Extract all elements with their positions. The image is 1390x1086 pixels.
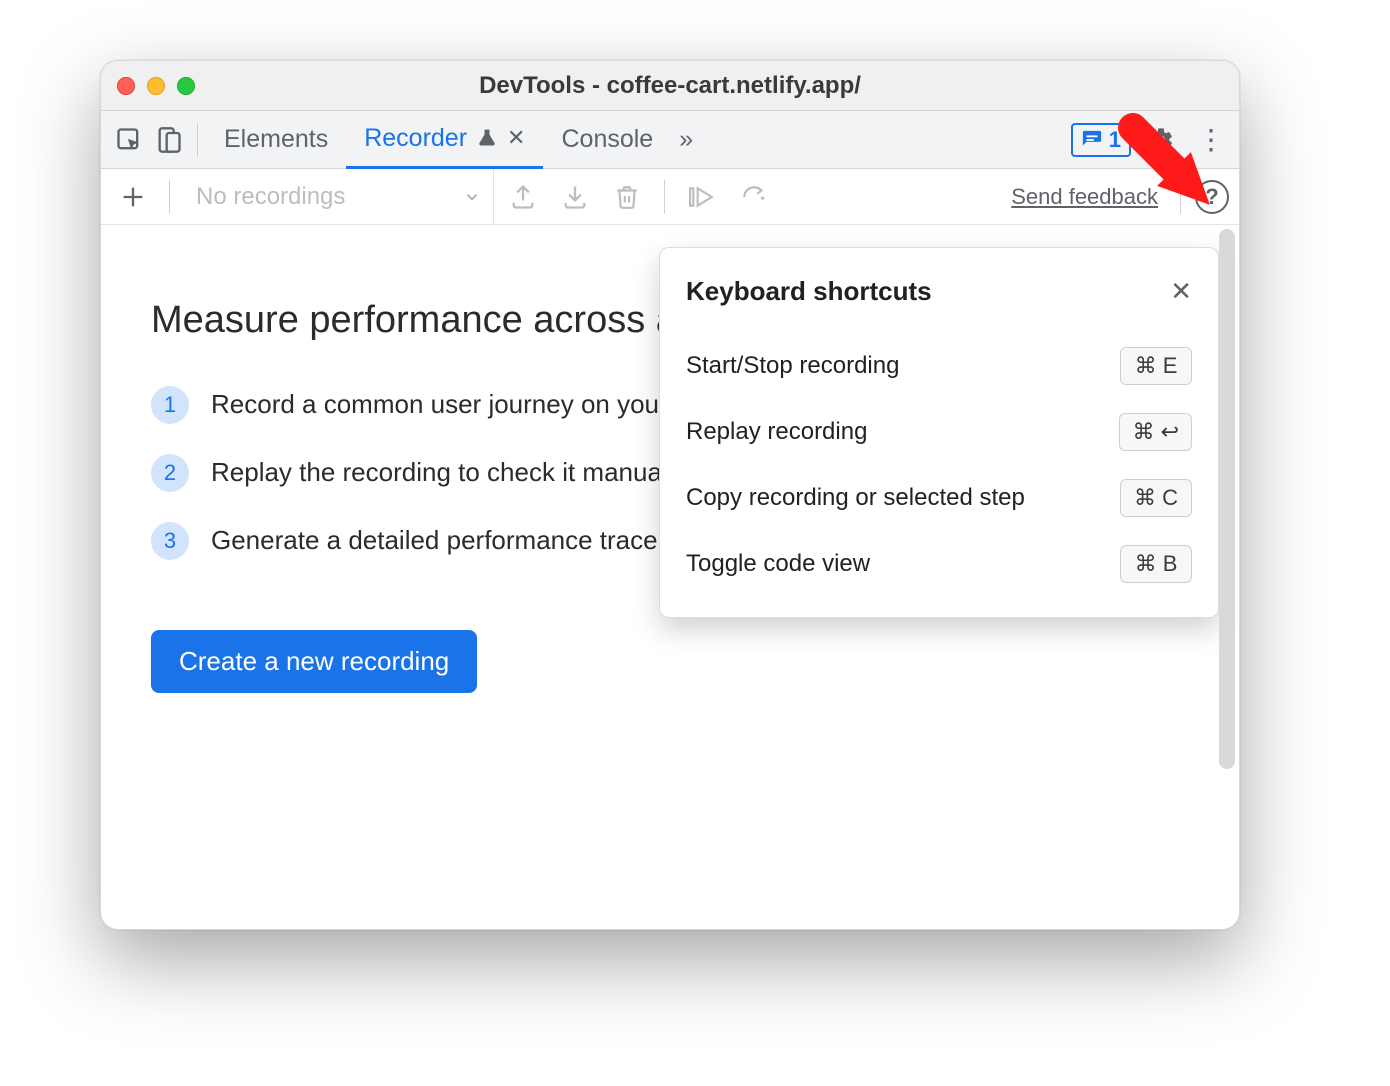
window-title: DevTools - coffee-cart.netlify.app/ xyxy=(101,72,1239,100)
shortcut-key: ⌘ ↩ xyxy=(1119,413,1192,451)
divider xyxy=(169,180,170,214)
shortcut-key: ⌘ E xyxy=(1120,347,1192,385)
step-icon[interactable] xyxy=(679,174,725,220)
send-feedback-link[interactable]: Send feedback xyxy=(1011,184,1158,210)
shortcut-label: Replay recording xyxy=(686,418,867,446)
recorder-toolbar: No recordings Send feedback ? xyxy=(101,169,1239,225)
issues-badge[interactable]: 1 xyxy=(1071,123,1131,157)
shortcut-key: ⌘ B xyxy=(1120,545,1192,583)
traffic-lights xyxy=(117,77,195,95)
shortcut-key: ⌘ C xyxy=(1120,479,1192,517)
new-recording-icon[interactable] xyxy=(111,183,155,211)
tab-console[interactable]: Console xyxy=(543,111,671,169)
create-recording-button[interactable]: Create a new recording xyxy=(151,630,477,693)
step-number: 1 xyxy=(151,386,189,424)
close-window-button[interactable] xyxy=(117,77,135,95)
divider xyxy=(1180,180,1181,214)
step-number: 3 xyxy=(151,522,189,560)
kebab-menu-icon[interactable]: ⋮ xyxy=(1191,123,1231,156)
shortcut-row: Start/Stop recording ⌘ E xyxy=(686,333,1192,399)
tab-overflow[interactable]: » xyxy=(671,111,701,169)
tab-elements[interactable]: Elements xyxy=(206,111,346,169)
shortcut-label: Copy recording or selected step xyxy=(686,484,1025,512)
tab-label: Console xyxy=(561,125,653,154)
tab-label: Recorder xyxy=(364,124,467,153)
devtools-window: DevTools - coffee-cart.netlify.app/ Elem… xyxy=(100,60,1240,930)
close-icon[interactable]: ✕ xyxy=(1170,276,1192,307)
shortcut-row: Toggle code view ⌘ B xyxy=(686,531,1192,597)
export-icon[interactable] xyxy=(500,174,546,220)
import-icon[interactable] xyxy=(552,174,598,220)
issues-count: 1 xyxy=(1109,127,1121,153)
minimize-window-button[interactable] xyxy=(147,77,165,95)
tab-recorder[interactable]: Recorder ✕ xyxy=(346,111,543,169)
settings-gear-icon[interactable] xyxy=(1141,120,1181,160)
recorder-content: Measure performance across an entire use… xyxy=(101,225,1239,929)
flask-icon xyxy=(477,128,497,148)
redo-icon[interactable] xyxy=(731,174,777,220)
divider xyxy=(197,123,198,157)
step-text: Replay the recording to check it manuall… xyxy=(211,454,686,492)
devtools-tabbar: Elements Recorder ✕ Console » 1 ⋮ xyxy=(101,111,1239,169)
recordings-placeholder: No recordings xyxy=(196,183,345,211)
divider xyxy=(664,180,665,214)
overflow-label: » xyxy=(679,125,693,154)
help-icon[interactable]: ? xyxy=(1195,180,1229,214)
step-number: 2 xyxy=(151,454,189,492)
tabbar-right: 1 ⋮ xyxy=(1071,120,1231,160)
close-tab-icon[interactable]: ✕ xyxy=(507,125,525,151)
delete-icon[interactable] xyxy=(604,174,650,220)
scrollbar[interactable] xyxy=(1219,229,1235,769)
tab-label: Elements xyxy=(224,125,328,154)
shortcut-label: Start/Stop recording xyxy=(686,352,899,380)
recordings-select[interactable]: No recordings xyxy=(184,169,494,224)
shortcuts-popup: Keyboard shortcuts ✕ Start/Stop recordin… xyxy=(659,247,1219,618)
shortcut-row: Replay recording ⌘ ↩ xyxy=(686,399,1192,465)
shortcut-row: Copy recording or selected step ⌘ C xyxy=(686,465,1192,531)
device-toggle-icon[interactable] xyxy=(149,120,189,160)
zoom-window-button[interactable] xyxy=(177,77,195,95)
chevron-down-icon xyxy=(463,188,481,206)
shortcut-label: Toggle code view xyxy=(686,550,870,578)
inspect-icon[interactable] xyxy=(109,120,149,160)
popup-title: Keyboard shortcuts xyxy=(686,276,932,307)
window-titlebar: DevTools - coffee-cart.netlify.app/ xyxy=(101,61,1239,111)
